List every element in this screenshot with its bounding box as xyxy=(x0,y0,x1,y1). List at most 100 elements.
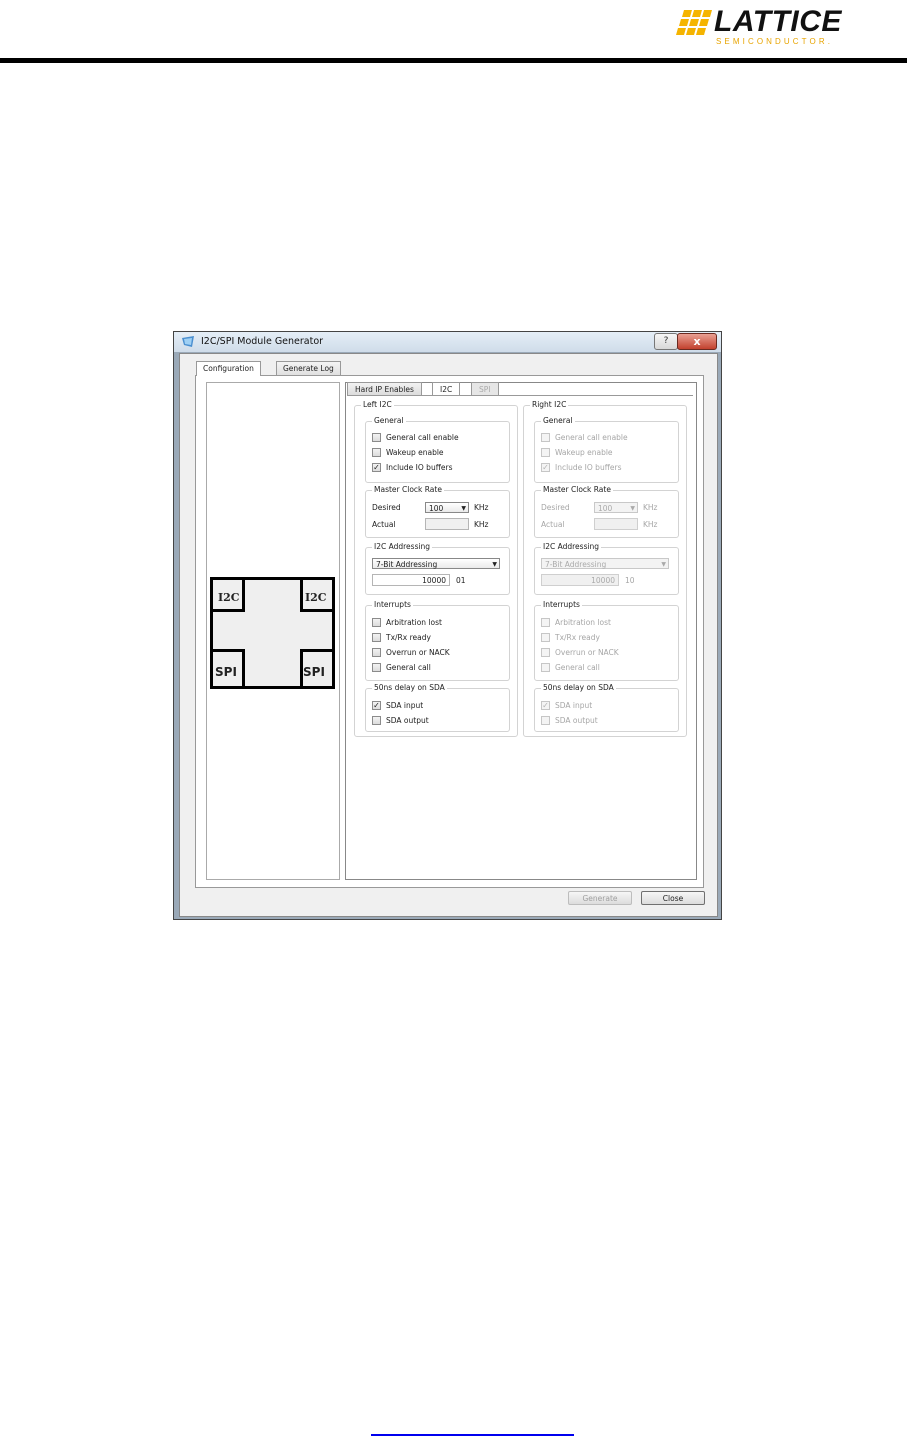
dropdown-arrow-icon: ▼ xyxy=(630,505,635,512)
right-desired-select[interactable]: 100 ▼ xyxy=(594,502,638,513)
left-address-suffix: 01 xyxy=(456,576,466,585)
right-clock-label: Master Clock Rate xyxy=(541,485,613,494)
right-desired-value: 100 xyxy=(598,504,613,513)
right-txrx-checkbox[interactable] xyxy=(541,633,550,642)
left-overrun-checkbox[interactable] xyxy=(372,648,381,657)
left-arbitration-checkbox[interactable] xyxy=(372,618,381,627)
left-gencall-int-checkbox[interactable] xyxy=(372,663,381,672)
subtab-i2c[interactable]: I2C xyxy=(432,382,461,395)
tab-configuration[interactable]: Configuration xyxy=(196,361,261,376)
chip-label-bottom-left: SPI xyxy=(215,665,237,679)
right-sda-input-checkbox[interactable]: ✓ xyxy=(541,701,550,710)
right-general-group: General General call enable Wakeup enabl… xyxy=(534,416,679,483)
right-i2c-group: Right I2C General General call enable Wa… xyxy=(523,400,687,737)
left-actual-label: Actual xyxy=(372,520,396,529)
left-arbitration-label: Arbitration lost xyxy=(386,618,442,627)
right-clock-group: Master Clock Rate Desired 100 ▼ KHz Actua… xyxy=(534,485,679,538)
right-actual-field xyxy=(594,518,638,530)
subtab-spi[interactable]: SPI xyxy=(471,382,499,395)
left-i2c-title: Left I2C xyxy=(361,400,394,409)
left-general-group: General General call enable Wakeup enabl… xyxy=(365,416,510,483)
right-addressing-mode: 7-Bit Addressing xyxy=(545,560,607,569)
left-addressing-select[interactable]: 7-Bit Addressing ▼ xyxy=(372,558,500,569)
dropdown-arrow-icon: ▼ xyxy=(661,561,666,568)
window-client: Configuration Generate Log I2C I2C SPI S… xyxy=(179,353,718,917)
window-title: I2C/SPI Module Generator xyxy=(201,336,324,347)
left-addressing-group: I2C Addressing 7-Bit Addressing ▼ 10000 0… xyxy=(365,542,510,595)
left-sda-input-checkbox[interactable]: ✓ xyxy=(372,701,381,710)
left-desired-value: 100 xyxy=(429,504,444,513)
close-button[interactable]: Close xyxy=(641,891,705,905)
right-include-io-checkbox[interactable]: ✓ xyxy=(541,463,550,472)
chip-label-bottom-right: SPI xyxy=(303,665,325,679)
right-general-call-checkbox[interactable] xyxy=(541,433,550,442)
right-delay-group: 50ns delay on SDA ✓ SDA input SDA output xyxy=(534,683,679,732)
right-arbitration-label: Arbitration lost xyxy=(555,618,611,627)
right-wakeup-label: Wakeup enable xyxy=(555,448,613,457)
left-overrun-label: Overrun or NACK xyxy=(386,648,450,657)
left-i2c-group: Left I2C General General call enable Wak… xyxy=(354,400,518,737)
left-sda-output-checkbox[interactable] xyxy=(372,716,381,725)
left-addressing-label: I2C Addressing xyxy=(372,542,433,551)
right-desired-label: Desired xyxy=(541,503,570,512)
right-address-field[interactable]: 10000 xyxy=(541,574,619,586)
right-gencall-int-label: General call xyxy=(555,663,600,672)
left-sda-input-label: SDA input xyxy=(386,701,424,710)
right-arbitration-checkbox[interactable] xyxy=(541,618,550,627)
left-gencall-int-label: General call xyxy=(386,663,431,672)
title-bar[interactable]: I2C/SPI Module Generator ? x xyxy=(174,332,721,352)
left-wakeup-checkbox[interactable] xyxy=(372,448,381,457)
left-address-field[interactable]: 10000 xyxy=(372,574,450,586)
left-interrupts-label: Interrupts xyxy=(372,600,413,609)
tab-generate-log[interactable]: Generate Log xyxy=(276,361,341,375)
right-overrun-checkbox[interactable] xyxy=(541,648,550,657)
close-icon[interactable]: x xyxy=(677,333,717,350)
lattice-logo: LATTICE SEMICONDUCTOR. xyxy=(676,5,866,48)
left-interrupts-group: Interrupts Arbitration lost Tx/Rx ready … xyxy=(365,600,510,681)
dropdown-arrow-icon: ▼ xyxy=(492,561,497,568)
left-txrx-checkbox[interactable] xyxy=(372,633,381,642)
module-generator-window: I2C/SPI Module Generator ? x Configurati… xyxy=(173,331,722,920)
left-desired-select[interactable]: 100 ▼ xyxy=(425,502,469,513)
left-general-call-checkbox[interactable] xyxy=(372,433,381,442)
left-clock-group: Master Clock Rate Desired 100 ▼ KHz Actua… xyxy=(365,485,510,538)
configuration-pane: I2C I2C SPI SPI Hard IP Enables I2C SPI … xyxy=(195,375,704,888)
right-address-suffix: 10 xyxy=(625,576,635,585)
right-sda-output-label: SDA output xyxy=(555,716,598,725)
checkmark-icon: ✓ xyxy=(373,701,380,710)
left-clock-label: Master Clock Rate xyxy=(372,485,444,494)
right-actual-unit: KHz xyxy=(643,520,658,529)
right-sda-input-label: SDA input xyxy=(555,701,593,710)
checkmark-icon: ✓ xyxy=(542,463,549,472)
settings-area: Hard IP Enables I2C SPI Left I2C General… xyxy=(345,382,697,880)
right-include-io-label: Include IO buffers xyxy=(555,463,622,472)
left-general-label: General xyxy=(372,416,406,425)
right-delay-label: 50ns delay on SDA xyxy=(541,683,616,692)
right-addressing-select[interactable]: 7-Bit Addressing ▼ xyxy=(541,558,669,569)
header-rule xyxy=(0,58,907,63)
right-sda-output-checkbox[interactable] xyxy=(541,716,550,725)
chip-preview: I2C I2C SPI SPI xyxy=(206,382,340,880)
left-delay-label: 50ns delay on SDA xyxy=(372,683,447,692)
left-general-call-label: General call enable xyxy=(386,433,459,442)
chip-label-top-right: I2C xyxy=(305,591,327,604)
footer-link-underline[interactable] xyxy=(371,1434,574,1436)
left-desired-unit: KHz xyxy=(474,503,489,512)
checkmark-icon: ✓ xyxy=(373,463,380,472)
left-desired-label: Desired xyxy=(372,503,401,512)
i2c-pane: Left I2C General General call enable Wak… xyxy=(347,395,693,878)
right-wakeup-checkbox[interactable] xyxy=(541,448,550,457)
right-general-label: General xyxy=(541,416,575,425)
help-icon[interactable]: ? xyxy=(654,333,678,350)
subtab-hard-ip-enables[interactable]: Hard IP Enables xyxy=(347,382,422,395)
right-actual-label: Actual xyxy=(541,520,565,529)
right-i2c-title: Right I2C xyxy=(530,400,569,409)
right-interrupts-label: Interrupts xyxy=(541,600,582,609)
left-actual-unit: KHz xyxy=(474,520,489,529)
left-sda-output-label: SDA output xyxy=(386,716,429,725)
left-wakeup-label: Wakeup enable xyxy=(386,448,444,457)
left-actual-field xyxy=(425,518,469,530)
left-include-io-checkbox[interactable]: ✓ xyxy=(372,463,381,472)
generate-button[interactable]: Generate xyxy=(568,891,632,905)
right-gencall-int-checkbox[interactable] xyxy=(541,663,550,672)
